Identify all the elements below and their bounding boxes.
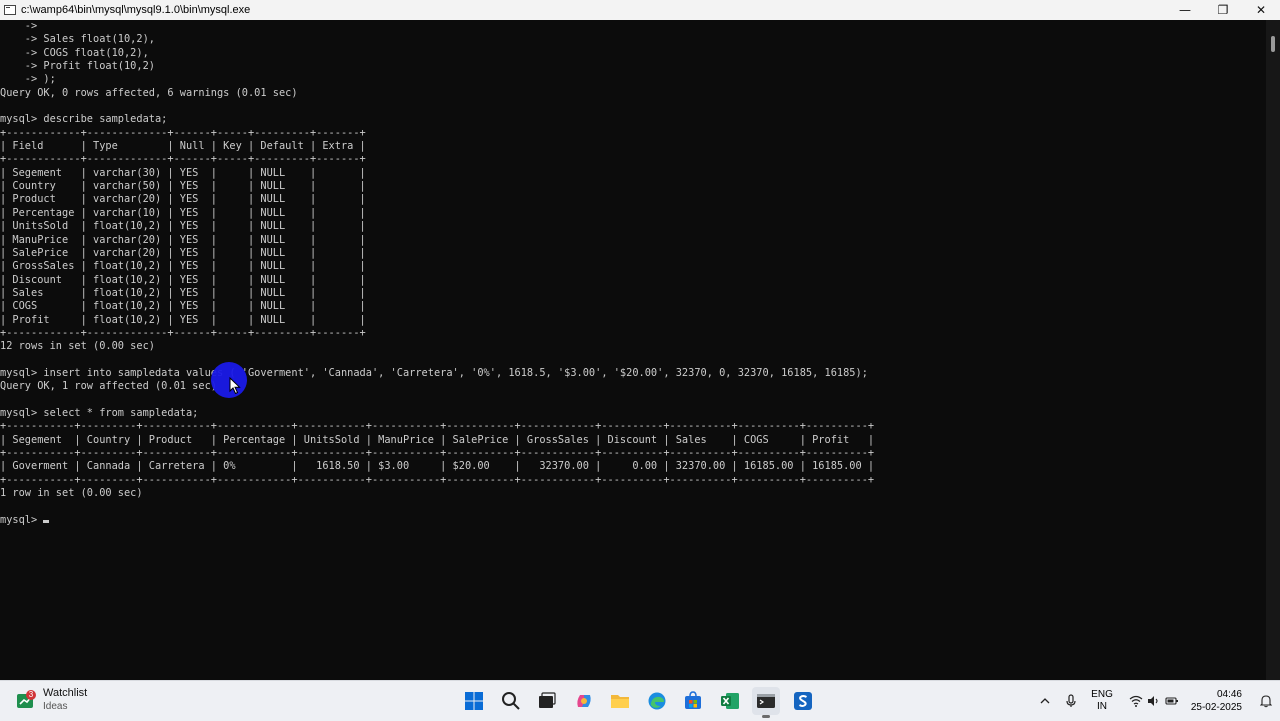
terminal-line: | UnitsSold | float(10,2) | YES | | NULL… [0,220,366,233]
terminal-line: +-----------+---------+-----------+-----… [0,420,875,433]
window-controls: — ❐ ✕ [1166,0,1280,20]
terminal-line: Query OK, 0 rows affected, 6 warnings (0… [0,86,298,99]
terminal-line: | GrossSales | float(10,2) | YES | | NUL… [0,260,366,273]
terminal-icon[interactable] [752,687,780,718]
edge-icon[interactable] [643,687,671,715]
terminal-line: -> Profit float(10,2) [24,60,155,73]
terminal-line: mysql> describe sampledata; [0,113,168,126]
title-bar: c:\wamp64\bin\mysql\mysql9.1.0\bin\mysql… [0,0,1280,20]
terminal-line: +------------+-------------+------+-----… [0,326,366,339]
terminal-line: 1 row in set (0.00 sec) [0,487,143,500]
terminal-line: Query OK, 1 row affected (0.01 sec) [0,380,217,393]
terminal-line: mysql> select * from sampledata; [0,406,199,419]
microphone-icon[interactable] [1057,694,1085,708]
wifi-icon[interactable] [1127,695,1145,707]
mysql-prompt: mysql> [0,513,44,526]
minimize-button[interactable]: — [1166,0,1204,20]
terminal-line: | Profit | float(10,2) | YES | | NULL | … [0,313,366,326]
terminal-line: | Product | varchar(20) | YES | | NULL |… [0,193,366,206]
terminal-line: | Sales | float(10,2) | YES | | NULL | | [0,286,366,299]
mouse-pointer-icon [229,377,241,395]
terminal-line: | Segement | Country | Product | Percent… [0,433,875,446]
terminal-line: | Segement | varchar(30) | YES | | NULL … [0,166,366,179]
widget-subtitle: Ideas [43,701,68,712]
clock[interactable]: 04:46 25-02-2025 [1191,688,1242,714]
widgets-button[interactable]: 3 Watchlist Ideas [16,687,87,713]
app-s-icon[interactable] [789,687,817,715]
vertical-scrollbar[interactable] [1266,20,1280,680]
chevron-up-icon[interactable] [1033,695,1057,707]
clock-time: 04:46 [1216,689,1242,700]
widget-badge: 3 [28,690,34,699]
taskbar: 3 Watchlist Ideas ENG IN 04:46 25-02-202… [0,680,1280,721]
stock-widget-icon: 3 [16,690,36,710]
close-button[interactable]: ✕ [1242,0,1280,20]
language-code: ENG [1091,689,1113,700]
terminal-line: +-----------+---------+-----------+-----… [0,447,875,459]
terminal-line: -> [24,20,38,32]
start-icon[interactable] [460,687,488,715]
widget-title: Watchlist [43,687,88,699]
excel-icon[interactable] [716,687,744,715]
terminal-line: +------------+-------------+------+-----… [0,126,366,139]
taskbar-pinned-apps [460,687,825,718]
maximize-button[interactable]: ❐ [1204,0,1242,20]
terminal-line: | Goverment | Cannada | Carretera | 0% |… [0,460,875,473]
terminal-line: -> ); [24,73,56,86]
battery-icon[interactable] [1163,695,1181,707]
volume-icon[interactable] [1145,695,1163,707]
terminal-line: | Percentage | varchar(10) | YES | | NUL… [0,206,366,219]
scrollbar-thumb[interactable] [1271,36,1275,52]
copilot-icon[interactable] [570,687,598,715]
terminal-line: | ManuPrice | varchar(20) | YES | | NULL… [0,233,366,246]
language-region: IN [1097,701,1107,712]
terminal-text: -> -> Sales float(10,2), -> COGS float(1… [0,20,1266,527]
search-icon[interactable] [497,687,525,715]
language-indicator[interactable]: ENG IN [1091,689,1113,713]
task-view-icon[interactable] [533,687,561,715]
terminal-output[interactable]: -> -> Sales float(10,2), -> COGS float(1… [0,20,1266,680]
terminal-line: +-----------+---------+-----------+-----… [0,473,875,486]
file-explorer-icon[interactable] [606,687,634,715]
clock-date: 25-02-2025 [1190,702,1242,713]
text-cursor [43,519,50,523]
terminal-line: | Discount | float(10,2) | YES | | NULL … [0,273,366,286]
notification-bell-icon[interactable] [1256,694,1276,708]
terminal-line: | COGS | float(10,2) | YES | | NULL | | [0,300,366,313]
terminal-line: 12 rows in set (0.00 sec) [0,340,155,353]
console-app-icon [4,5,16,15]
terminal-line: | Field | Type | Null | Key | Default | … [0,140,366,153]
terminal-line: -> COGS float(10,2), [24,46,149,59]
terminal-line: | Country | varchar(50) | YES | | NULL |… [0,180,366,193]
terminal-line: mysql> insert into sampledata values ( '… [0,366,868,379]
terminal-line: +------------+-------------+------+-----… [0,153,366,166]
store-icon[interactable] [679,687,707,715]
terminal-line: | SalePrice | varchar(20) | YES | | NULL… [0,246,366,259]
system-tray: ENG IN 04:46 25-02-2025 [1033,681,1280,721]
terminal-line: -> Sales float(10,2), [24,33,155,46]
window-title: c:\wamp64\bin\mysql\mysql9.1.0\bin\mysql… [21,4,251,16]
